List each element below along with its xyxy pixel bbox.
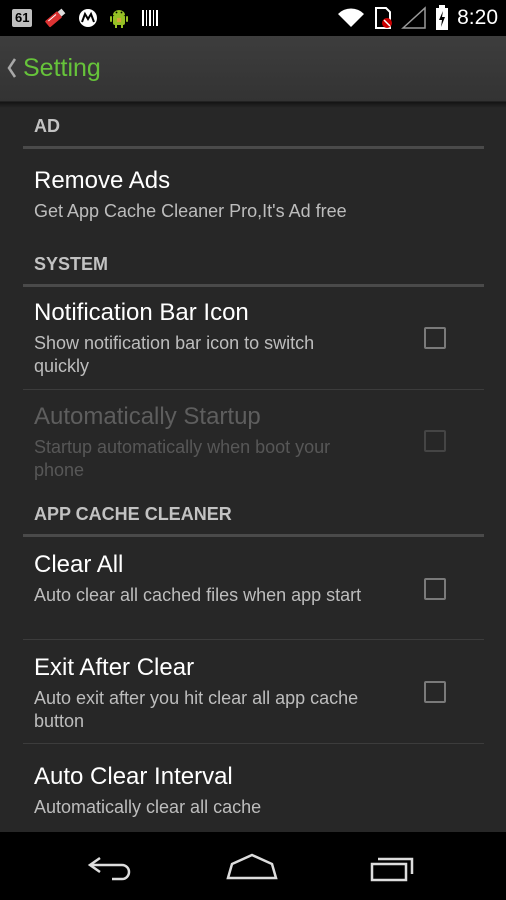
- pref-auto-clear-interval[interactable]: Auto Clear Interval Automatically clear …: [23, 745, 484, 832]
- category-header: APP CACHE CLEANER: [34, 504, 232, 524]
- pref-summary: Show notification bar icon to switch qui…: [34, 333, 315, 376]
- pref-notification-bar-icon[interactable]: Notification Bar Icon Show notification …: [23, 287, 484, 390]
- pref-summary: Startup automatically when boot your pho…: [34, 437, 331, 480]
- pref-exit-after-clear[interactable]: Exit After Clear Auto exit after you hit…: [23, 641, 484, 744]
- category-ad: AD: [23, 104, 484, 149]
- category-header: AD: [34, 116, 60, 136]
- navigation-bar: [0, 832, 506, 900]
- pref-summary: Auto clear all cached files when app sta…: [34, 585, 362, 605]
- notification-bar-icon-checkbox[interactable]: [424, 327, 446, 349]
- automatically-startup-checkbox: [424, 430, 446, 452]
- pref-title: Clear All: [34, 551, 124, 578]
- battery-charging-icon: [436, 5, 449, 30]
- motorola-icon: [79, 9, 98, 27]
- pref-title: Automatically Startup: [34, 403, 261, 430]
- clear-all-checkbox[interactable]: [424, 578, 446, 600]
- category-system: SYSTEM: [23, 242, 484, 287]
- no-sim-icon: [375, 7, 393, 29]
- barcode-icon: [142, 10, 159, 26]
- signal-icon: [401, 6, 426, 29]
- pref-remove-ads[interactable]: Remove Ads Get App Cache Cleaner Pro,It'…: [23, 149, 484, 233]
- back-chevron-icon[interactable]: [5, 56, 19, 80]
- pref-title: Notification Bar Icon: [34, 299, 249, 326]
- settings-list[interactable]: AD Remove Ads Get App Cache Cleaner Pro,…: [0, 102, 506, 832]
- usb-icon: [45, 8, 66, 28]
- pref-summary: Auto exit after you hit clear all app ca…: [34, 688, 359, 731]
- android-debug-icon: [110, 10, 129, 28]
- clock: 8:20: [457, 6, 498, 29]
- status-bar: 61 8:20: [0, 0, 506, 36]
- category-app-cache-cleaner: APP CACHE CLEANER: [23, 492, 484, 537]
- pref-title: Auto Clear Interval: [34, 763, 233, 790]
- wifi-icon: [338, 8, 365, 27]
- back-icon[interactable]: [82, 852, 142, 882]
- home-icon[interactable]: [222, 852, 282, 882]
- pref-clear-all[interactable]: Clear All Auto clear all cached files wh…: [23, 537, 484, 640]
- category-header: SYSTEM: [34, 254, 109, 274]
- pref-summary: Get App Cache Cleaner Pro,It's Ad free: [34, 201, 347, 221]
- action-bar: Setting: [0, 36, 506, 102]
- pref-title: Exit After Clear: [34, 654, 195, 681]
- exit-after-clear-checkbox[interactable]: [424, 681, 446, 703]
- pref-title: Remove Ads: [34, 167, 171, 194]
- recents-icon[interactable]: [364, 852, 424, 882]
- pref-summary: Automatically clear all cache: [34, 797, 262, 817]
- pref-automatically-startup: Automatically Startup Startup automatica…: [23, 391, 484, 491]
- page-title[interactable]: Setting: [23, 54, 101, 83]
- notification-count-badge: 61: [12, 9, 33, 27]
